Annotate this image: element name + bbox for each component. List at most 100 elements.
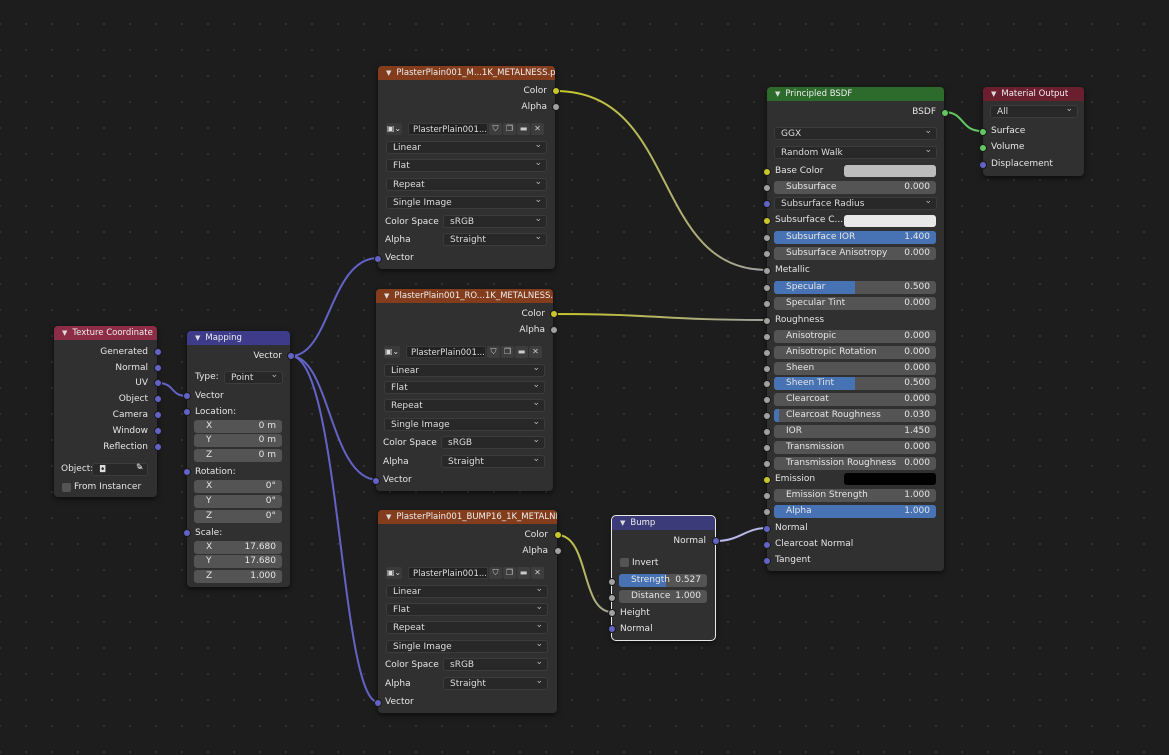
strength-slider[interactable]: Strength 0.527: [619, 574, 707, 587]
ior-field[interactable]: IOR 1.450: [774, 425, 936, 438]
duplicate-icon[interactable]: ❐: [501, 346, 514, 358]
image-selector[interactable]: ▣⌄ PlasterPlain001... ⛉ ❐ ▬ ✕: [384, 346, 546, 360]
duplicate-icon[interactable]: ❐: [503, 123, 516, 135]
socket-clearcoat-roughness[interactable]: [763, 412, 771, 420]
chevron-down-icon[interactable]: ▼: [384, 289, 389, 303]
socket-color[interactable]: [550, 310, 558, 318]
subsurface-ior-field[interactable]: Subsurface IOR 1.400: [774, 231, 936, 244]
socket-distance[interactable]: [608, 594, 616, 602]
image-browse-icon[interactable]: ▣⌄: [386, 567, 402, 579]
socket-normal[interactable]: [763, 525, 771, 533]
color-space-dropdown[interactable]: sRGB: [441, 434, 545, 449]
principled-bsdf-node[interactable]: ▼ Principled BSDF BSDF GGX Random Walk Ba…: [763, 87, 949, 571]
projection-dropdown[interactable]: Flat: [384, 379, 545, 394]
image-browse-icon[interactable]: ▣⌄: [384, 346, 400, 358]
subsurface-radius-dropdown[interactable]: Subsurface Radius: [774, 195, 937, 210]
socket-subsurface[interactable]: [763, 184, 771, 192]
sheen-slider[interactable]: Sheen 0.000: [774, 362, 936, 375]
projection-dropdown[interactable]: Flat: [386, 601, 548, 616]
socket-vector-in[interactable]: [374, 255, 382, 263]
bump-node[interactable]: ▼ Bump Normal Invert Strength 0.527 Distan…: [608, 515, 720, 641]
source-dropdown[interactable]: Single Image: [384, 416, 545, 431]
specular-slider[interactable]: Specular 0.500: [774, 281, 936, 294]
socket-rotation[interactable]: [183, 468, 191, 476]
anisotropic-rotation-slider[interactable]: Anisotropic Rotation 0.000: [774, 346, 936, 359]
close-icon[interactable]: ✕: [529, 346, 542, 358]
socket-specular[interactable]: [763, 284, 771, 292]
socket-vector-in[interactable]: [374, 699, 382, 707]
shield-icon[interactable]: ⛉: [489, 567, 502, 579]
socket-normal-in[interactable]: [608, 625, 616, 633]
image-name-field[interactable]: PlasterPlain001...: [408, 123, 488, 135]
socket-clearcoat[interactable]: [763, 396, 771, 404]
socket-subsurface-color[interactable]: [763, 217, 771, 225]
emission-color-swatch[interactable]: [844, 473, 936, 485]
chevron-down-icon[interactable]: ▼: [62, 326, 67, 340]
image-name-field[interactable]: PlasterPlain001...: [408, 567, 488, 579]
clearcoat-roughness-slider[interactable]: Clearcoat Roughness 0.030: [774, 409, 936, 422]
emission-strength-field[interactable]: Emission Strength 1.000: [774, 489, 936, 502]
image-texture-node-2[interactable]: ▼ PlasterPlain001_RO...1K_METALNESS.png C…: [372, 289, 558, 491]
subsurface-color-swatch[interactable]: [844, 215, 936, 227]
chevron-down-icon[interactable]: ▼: [195, 331, 200, 345]
eyedropper-icon[interactable]: ✎: [136, 463, 144, 473]
image-browse-icon[interactable]: ▣⌄: [386, 123, 402, 135]
socket-anisotropic-rotation[interactable]: [763, 349, 771, 357]
chevron-down-icon[interactable]: ▼: [991, 87, 996, 101]
source-dropdown[interactable]: Single Image: [386, 638, 548, 653]
image-texture-header[interactable]: ▼ PlasterPlain001_RO...1K_METALNESS.png: [376, 289, 553, 303]
image-selector[interactable]: ▣⌄ PlasterPlain001... ⛉ ❐ ▬ ✕: [386, 123, 548, 137]
color-space-dropdown[interactable]: sRGB: [443, 213, 547, 228]
folder-icon[interactable]: ▬: [517, 567, 530, 579]
socket-roughness[interactable]: [763, 317, 771, 325]
distance-field[interactable]: Distance 1.000: [619, 590, 707, 603]
location-z-field[interactable]: Z 0 m: [194, 449, 282, 462]
socket-subsurface-radius[interactable]: [763, 200, 771, 208]
shield-icon[interactable]: ⛉: [487, 346, 500, 358]
material-output-header[interactable]: ▼ Material Output: [983, 87, 1084, 101]
scale-y-field[interactable]: Y 17.680: [194, 555, 282, 568]
socket-volume[interactable]: [979, 144, 987, 152]
socket-color[interactable]: [552, 87, 560, 95]
sheen-tint-slider[interactable]: Sheen Tint 0.500: [774, 377, 936, 390]
socket-scale[interactable]: [183, 529, 191, 537]
socket-height[interactable]: [608, 609, 616, 617]
folder-icon[interactable]: ▬: [517, 123, 530, 135]
chevron-down-icon[interactable]: ▼: [620, 516, 625, 530]
chevron-down-icon[interactable]: ▼: [775, 87, 780, 101]
distribution-dropdown[interactable]: GGX: [774, 125, 937, 140]
image-texture-header[interactable]: ▼ PlasterPlain001_BUMP16_1K_METALNE...: [378, 510, 557, 524]
socket-anisotropic[interactable]: [763, 333, 771, 341]
socket-sheen-tint[interactable]: [763, 380, 771, 388]
anisotropic-slider[interactable]: Anisotropic 0.000: [774, 330, 936, 343]
socket-sheen[interactable]: [763, 365, 771, 373]
extension-dropdown[interactable]: Repeat: [386, 176, 547, 191]
alpha-dropdown[interactable]: Straight: [443, 675, 548, 690]
image-name-field[interactable]: PlasterPlain001...: [406, 346, 486, 358]
bump-header[interactable]: ▼ Bump: [612, 516, 715, 530]
image-texture-header[interactable]: ▼ PlasterPlain001_M...1K_METALNESS.png: [378, 66, 555, 80]
subsurface-anisotropy-field[interactable]: Subsurface Anisotropy 0.000: [774, 247, 936, 260]
socket-specular-tint[interactable]: [763, 300, 771, 308]
image-texture-node-1[interactable]: ▼ PlasterPlain001_M...1K_METALNESS.png Co…: [374, 66, 560, 269]
invert-checkbox[interactable]: [620, 558, 629, 567]
socket-clearcoat-normal[interactable]: [763, 541, 771, 549]
transmission-roughness-slider[interactable]: Transmission Roughness 0.000: [774, 457, 936, 470]
socket-window[interactable]: [154, 427, 162, 435]
duplicate-icon[interactable]: ❐: [503, 567, 516, 579]
socket-emission-strength[interactable]: [763, 492, 771, 500]
interpolation-dropdown[interactable]: Linear: [384, 362, 545, 377]
rotation-x-field[interactable]: X 0°: [194, 480, 282, 493]
type-dropdown[interactable]: Point: [224, 369, 283, 384]
socket-subsurface-anisotropy[interactable]: [763, 250, 771, 258]
socket-normal-out[interactable]: [712, 537, 720, 545]
material-output-node[interactable]: ▼ Material Output All Surface Volume Disp…: [979, 87, 1084, 176]
socket-alpha[interactable]: [554, 547, 562, 555]
socket-emission[interactable]: [763, 476, 771, 484]
socket-camera[interactable]: [154, 411, 162, 419]
clearcoat-slider[interactable]: Clearcoat 0.000: [774, 393, 936, 406]
mapping-node[interactable]: ▼ Mapping Vector Type: Point Vector Locat…: [183, 331, 295, 587]
subsurface-method-dropdown[interactable]: Random Walk: [774, 144, 937, 159]
socket-vector-in[interactable]: [183, 392, 191, 400]
interpolation-dropdown[interactable]: Linear: [386, 583, 548, 598]
